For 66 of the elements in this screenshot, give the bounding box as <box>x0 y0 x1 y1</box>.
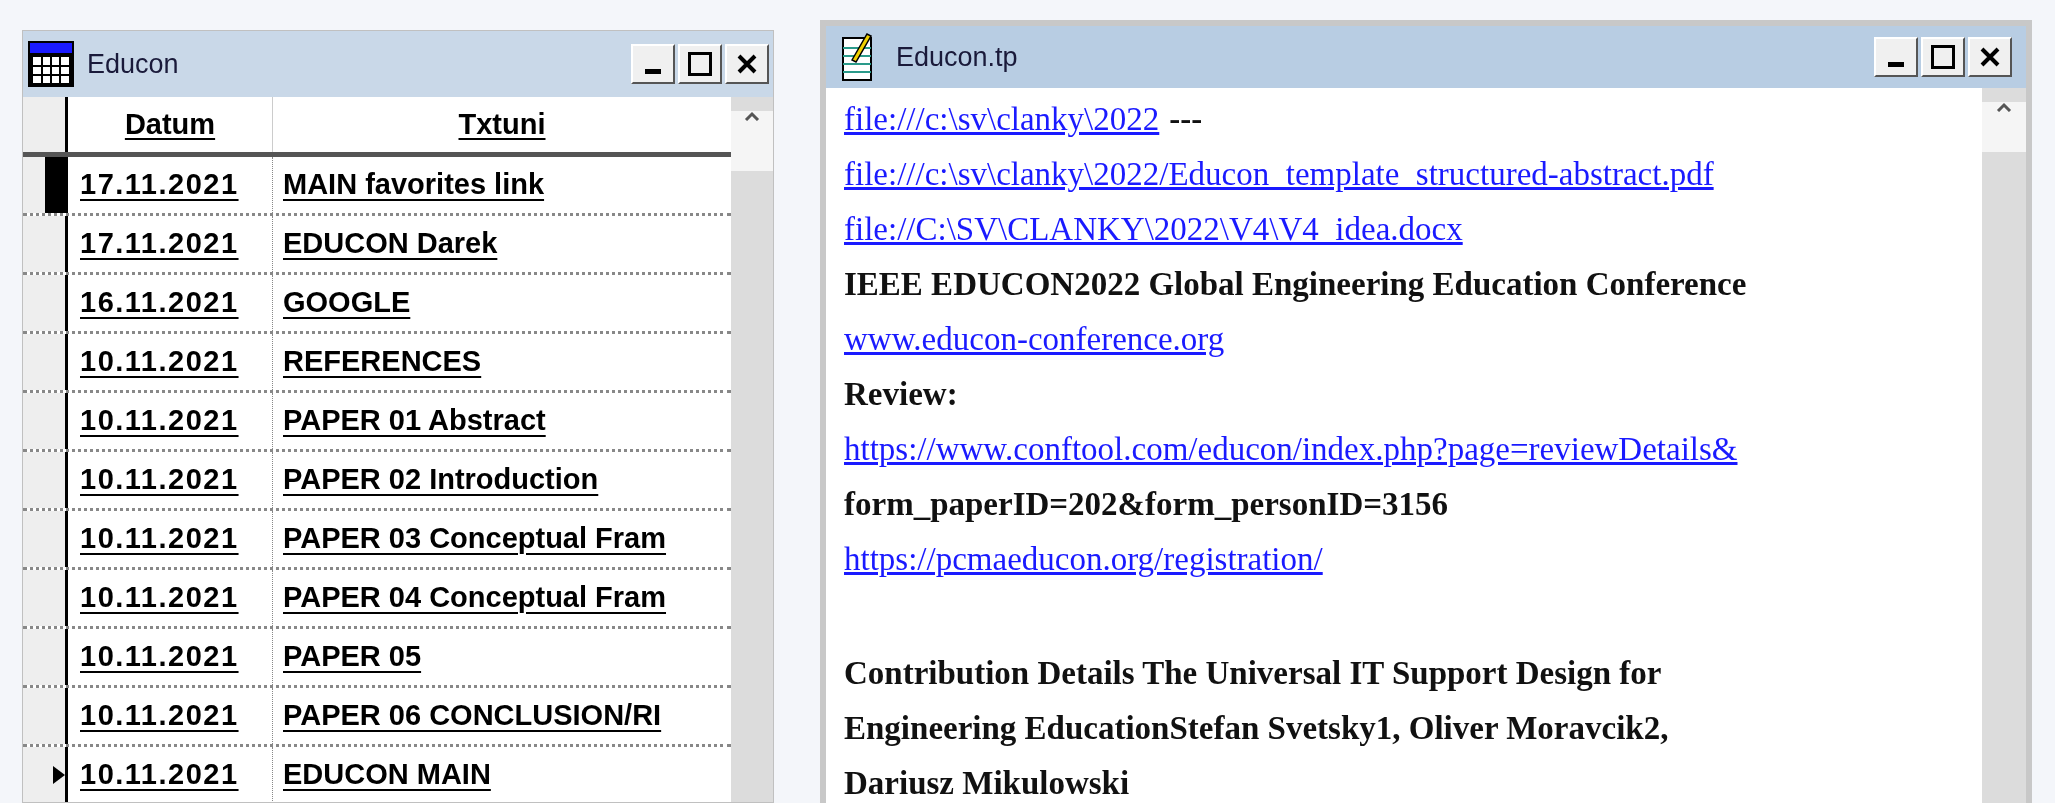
date-cell: 17.11.2021 <box>68 157 273 213</box>
row-selector[interactable] <box>23 334 68 390</box>
link[interactable]: file:///c:\sv\clanky\2022 <box>844 94 1160 145</box>
row-selector[interactable] <box>23 216 68 272</box>
date-cell: 10.11.2021 <box>68 688 273 744</box>
text-cell-text: PAPER 05 <box>282 639 423 675</box>
maximize-button[interactable] <box>1921 37 1965 77</box>
maximize-icon <box>688 52 712 76</box>
link[interactable]: file://C:\SV\CLANKY\2022\V4\V4_idea.docx <box>844 204 1463 255</box>
text-cell-text: EDUCON MAIN <box>282 757 492 793</box>
text-cell-text: GOOGLE <box>282 285 412 321</box>
link[interactable]: https://www.conftool.com/educon/index.php?page=reviewDetails& <box>844 424 1738 475</box>
close-button[interactable] <box>725 44 769 84</box>
text-cell-text: REFERENCES <box>282 344 483 380</box>
window-title: Educon.tp <box>896 40 1019 74</box>
minimize-icon <box>1888 62 1904 67</box>
date-cell: 10.11.2021 <box>68 570 273 626</box>
maximize-button[interactable] <box>678 44 722 84</box>
close-icon <box>1979 46 2001 68</box>
column-header[interactable]: Txtuni <box>273 97 731 152</box>
row-selector[interactable] <box>23 570 68 626</box>
row-selector[interactable] <box>23 275 68 331</box>
minimize-button[interactable] <box>1874 37 1918 77</box>
text-line: Review: <box>844 374 958 414</box>
row-selector[interactable] <box>23 393 68 449</box>
date-cell: 10.11.2021 <box>68 334 273 390</box>
minimize-icon <box>645 69 661 74</box>
link[interactable]: www.educon-conference.org <box>844 314 1225 365</box>
maximize-icon <box>1931 45 1955 69</box>
minimize-button[interactable] <box>631 44 675 84</box>
text-line: IEEE EDUCON2022 Global Engineering Education Conference <box>844 264 1747 304</box>
row-selector[interactable] <box>23 157 68 213</box>
close-icon <box>736 53 758 75</box>
date-cell: 16.11.2021 <box>68 275 273 331</box>
text-cell-text: PAPER 03 Conceptual Fram <box>282 521 667 557</box>
date-cell: 10.11.2021 <box>68 747 273 802</box>
close-button[interactable] <box>1968 37 2012 77</box>
date-cell: 10.11.2021 <box>68 629 273 685</box>
text-cell-text: PAPER 02 Introduction <box>282 462 600 498</box>
row-selector[interactable] <box>23 688 68 744</box>
row-selector[interactable] <box>23 747 68 802</box>
scroll-up-icon[interactable] <box>744 111 760 121</box>
scroll-up-icon[interactable] <box>1996 102 2012 112</box>
date-cell: 10.11.2021 <box>68 511 273 567</box>
text-line: form_paperID=202&form_personID=3156 <box>844 484 1449 524</box>
row-selector[interactable] <box>23 629 68 685</box>
text-cell-text: PAPER 01 Abstract <box>282 403 547 439</box>
column-header[interactable]: Datum <box>68 97 273 152</box>
date-cell: 10.11.2021 <box>68 393 273 449</box>
scrollbar[interactable] <box>1982 88 2026 803</box>
text-cell-text: PAPER 04 Conceptual Fram <box>282 580 667 616</box>
text-cell-text: EDUCON Darek <box>282 226 499 262</box>
notepad-icon <box>840 32 874 82</box>
table-icon <box>27 40 75 88</box>
date-cell: 17.11.2021 <box>68 216 273 272</box>
date-cell: 10.11.2021 <box>68 452 273 508</box>
paragraph: Contribution Details The Universal IT Support Design for Engineering EducationStefan Svetsky1, Oliver Moravcik2, Dariusz Mikulowski <box>844 654 1670 803</box>
scrollbar[interactable] <box>731 97 773 802</box>
row-selector[interactable] <box>23 511 68 567</box>
text-cell-text: MAIN favorites link <box>282 167 546 203</box>
row-selector[interactable] <box>23 452 68 508</box>
link[interactable]: https://pcmaeducon.org/registration/ <box>844 534 1323 585</box>
separator-text: --- <box>1169 99 1203 139</box>
text-cell-text: PAPER 06 CONCLUSION/RI <box>282 698 663 734</box>
window-title: Educon <box>87 47 180 81</box>
link[interactable]: file:///c:\sv\clanky\2022/Educon_template_structured-abstract.pdf <box>844 149 1714 200</box>
